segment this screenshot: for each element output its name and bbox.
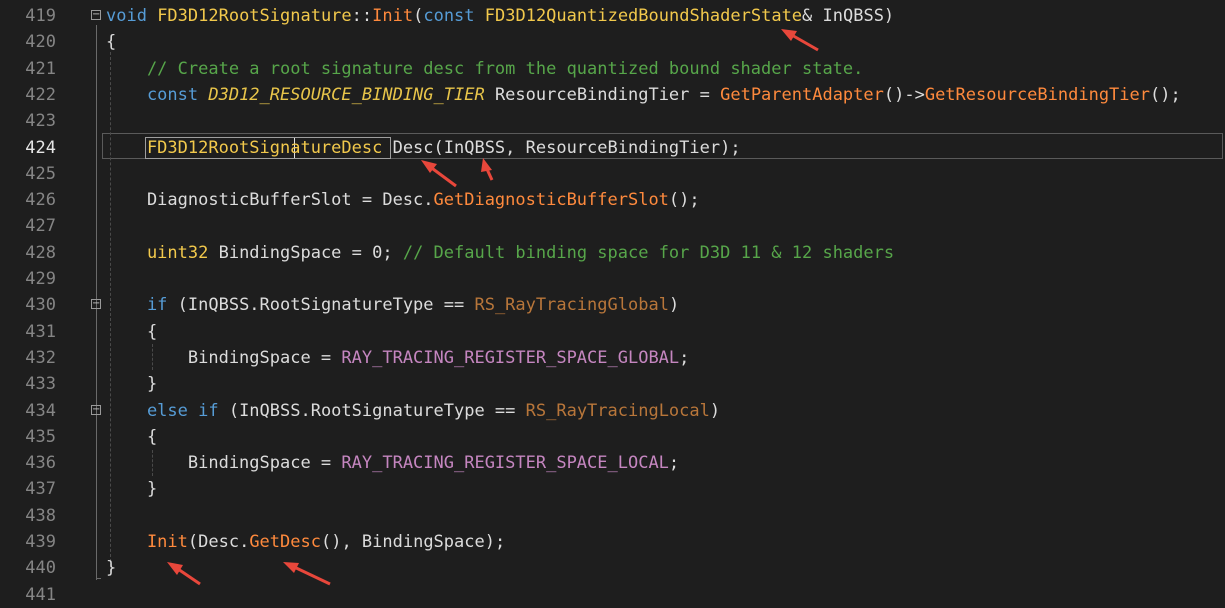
arrow-icon bbox=[481, 158, 494, 181]
annotation-arrows bbox=[167, 29, 819, 586]
arrow-icon bbox=[283, 562, 331, 586]
code-editor[interactable]: 419− void FD3D12RootSignature::Init(const… bbox=[0, 0, 1225, 605]
arrow-icon bbox=[421, 160, 457, 188]
arrow-icon bbox=[167, 562, 201, 586]
arrow-icon bbox=[781, 29, 819, 52]
